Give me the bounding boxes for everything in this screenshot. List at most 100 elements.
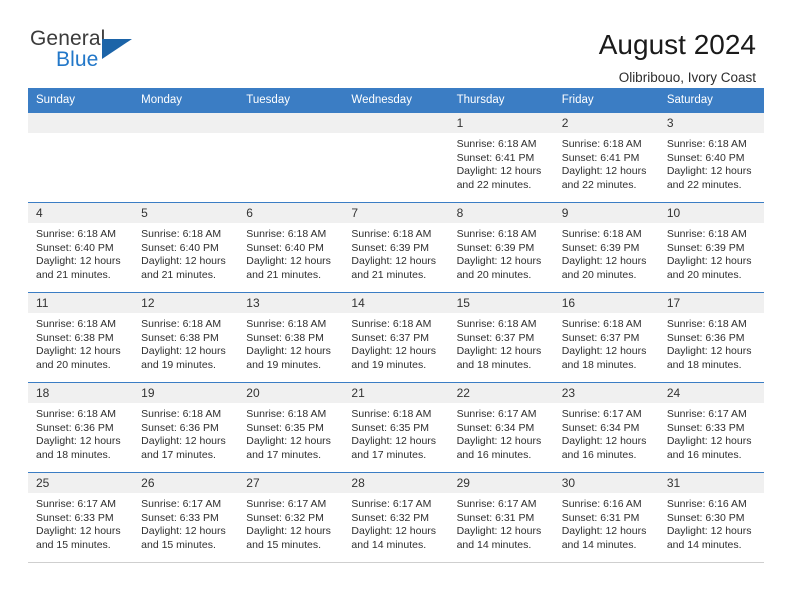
daylight-text-line2: and 22 minutes. [456, 178, 532, 191]
calendar-page: General Blue August 2024 Olibribouo, Ivo… [0, 0, 792, 612]
day-number [28, 113, 134, 133]
sunset-text: Sunset: 6:38 PM [141, 331, 219, 344]
daylight-text-line2: and 17 minutes. [351, 448, 427, 461]
day-cell-content: 31 Sunrise: 6:16 AM Sunset: 6:30 PM Dayligh… [658, 473, 764, 562]
calendar-day-cell[interactable]: 27 Sunrise: 6:17 AM Sunset: 6:32 PM Dayligh… [238, 472, 344, 563]
day-cell-content: 16 Sunrise: 6:18 AM Sunset: 6:37 PM Dayligh… [553, 293, 659, 382]
sunset-text: Sunset: 6:33 PM [141, 511, 219, 524]
day-cell-content: 26 Sunrise: 6:17 AM Sunset: 6:33 PM Dayligh… [133, 473, 239, 562]
sunset-text: Sunset: 6:41 PM [561, 151, 640, 164]
sunrise-text: Sunrise: 6:18 AM [351, 318, 432, 330]
day-info: Sunrise: 6:18 AM Sunset: 6:39 PM Daylight:… [554, 223, 659, 282]
day-number: 14 [343, 293, 449, 313]
calendar-day-cell[interactable]: 24 Sunrise: 6:17 AM Sunset: 6:33 PM Dayligh… [658, 382, 764, 473]
sunset-text: Sunset: 6:32 PM [351, 511, 430, 524]
calendar-day-cell[interactable]: 30 Sunrise: 6:16 AM Sunset: 6:31 PM Dayligh… [553, 472, 659, 563]
calendar-day-cell[interactable]: 4 Sunrise: 6:18 AM Sunset: 6:40 PM Daylight… [28, 202, 134, 293]
calendar-body: 1 Sunrise: 6:18 AM Sunset: 6:41 PM Daylight… [28, 112, 764, 563]
day-cell-content: 4 Sunrise: 6:18 AM Sunset: 6:40 PM Daylight… [28, 203, 134, 292]
calendar-day-cell[interactable]: 2 Sunrise: 6:18 AM Sunset: 6:41 PM Daylight… [553, 112, 659, 203]
day-cell-content: 22 Sunrise: 6:17 AM Sunset: 6:34 PM Dayligh… [448, 383, 554, 472]
calendar-day-cell[interactable]: 17 Sunrise: 6:18 AM Sunset: 6:36 PM Dayligh… [658, 292, 764, 383]
calendar-day-cell[interactable]: 7 Sunrise: 6:18 AM Sunset: 6:39 PM Daylight… [343, 202, 449, 293]
calendar-day-cell[interactable]: 18 Sunrise: 6:18 AM Sunset: 6:36 PM Dayligh… [28, 382, 134, 473]
sunrise-text: Sunrise: 6:18 AM [141, 318, 222, 330]
calendar-day-cell[interactable]: 3 Sunrise: 6:18 AM Sunset: 6:40 PM Daylight… [658, 112, 764, 203]
calendar-day-cell[interactable]: 26 Sunrise: 6:17 AM Sunset: 6:33 PM Dayligh… [133, 472, 239, 563]
daylight-text-line2: and 16 minutes. [456, 448, 532, 461]
calendar-table: Sunday Monday Tuesday Wednesday Thursday… [28, 88, 764, 563]
sunset-text: Sunset: 6:40 PM [36, 241, 114, 254]
calendar-day-cell[interactable]: 12 Sunrise: 6:18 AM Sunset: 6:38 PM Dayligh… [133, 292, 239, 383]
sunrise-text: Sunrise: 6:18 AM [666, 138, 747, 150]
daylight-text-line2: and 20 minutes. [36, 358, 111, 371]
daylight-text-line1: Daylight: 12 hours [246, 525, 331, 537]
calendar-day-cell[interactable]: 14 Sunrise: 6:18 AM Sunset: 6:37 PM Dayligh… [343, 292, 449, 383]
sunset-text: Sunset: 6:40 PM [246, 241, 324, 254]
calendar-day-cell[interactable]: 8 Sunrise: 6:18 AM Sunset: 6:39 PM Daylight… [448, 202, 554, 293]
calendar-day-cell[interactable]: 9 Sunrise: 6:18 AM Sunset: 6:39 PM Daylight… [553, 202, 659, 293]
sunrise-text: Sunrise: 6:18 AM [141, 228, 222, 240]
sunset-text: Sunset: 6:30 PM [666, 511, 745, 524]
calendar-day-cell[interactable]: 22 Sunrise: 6:17 AM Sunset: 6:34 PM Dayligh… [448, 382, 554, 473]
calendar-day-cell[interactable]: 29 Sunrise: 6:17 AM Sunset: 6:31 PM Dayligh… [448, 472, 554, 563]
day-info: Sunrise: 6:18 AM Sunset: 6:40 PM Daylight:… [28, 223, 133, 282]
calendar-day-cell[interactable]: 16 Sunrise: 6:18 AM Sunset: 6:37 PM Dayligh… [553, 292, 659, 383]
daylight-text-line1: Daylight: 12 hours [246, 255, 331, 267]
sunset-text: Sunset: 6:40 PM [141, 241, 219, 254]
day-info: Sunrise: 6:18 AM Sunset: 6:39 PM Daylight:… [659, 223, 764, 282]
day-number [343, 113, 449, 133]
day-cell-content: 29 Sunrise: 6:17 AM Sunset: 6:31 PM Dayligh… [448, 473, 554, 562]
sunrise-text: Sunrise: 6:17 AM [141, 498, 222, 510]
weekday-header-sunday: Sunday [28, 88, 134, 113]
day-cell-content: 27 Sunrise: 6:17 AM Sunset: 6:32 PM Dayligh… [238, 473, 344, 562]
calendar-day-cell[interactable]: 5 Sunrise: 6:18 AM Sunset: 6:40 PM Daylight… [133, 202, 239, 293]
calendar-day-cell[interactable]: 1 Sunrise: 6:18 AM Sunset: 6:41 PM Daylight… [448, 112, 554, 203]
day-number: 30 [553, 473, 659, 493]
day-info: Sunrise: 6:18 AM Sunset: 6:38 PM Daylight:… [28, 313, 133, 372]
daylight-text-line2: and 19 minutes. [141, 358, 216, 371]
calendar-day-cell[interactable]: 31 Sunrise: 6:16 AM Sunset: 6:30 PM Dayligh… [658, 472, 764, 563]
day-info: Sunrise: 6:18 AM Sunset: 6:41 PM Daylight:… [449, 133, 554, 192]
day-cell-content: 17 Sunrise: 6:18 AM Sunset: 6:36 PM Dayligh… [658, 293, 764, 382]
calendar-day-cell[interactable]: 13 Sunrise: 6:18 AM Sunset: 6:38 PM Dayligh… [238, 292, 344, 383]
calendar-day-cell[interactable]: 25 Sunrise: 6:17 AM Sunset: 6:33 PM Dayligh… [28, 472, 134, 563]
sunset-text: Sunset: 6:31 PM [561, 511, 640, 524]
day-number: 19 [133, 383, 239, 403]
day-number [238, 113, 344, 133]
calendar-day-cell[interactable]: 15 Sunrise: 6:18 AM Sunset: 6:37 PM Dayligh… [448, 292, 554, 383]
calendar-day-cell[interactable]: 23 Sunrise: 6:17 AM Sunset: 6:34 PM Dayligh… [553, 382, 659, 473]
day-number: 24 [658, 383, 764, 403]
daylight-text-line1: Daylight: 12 hours [246, 345, 331, 357]
daylight-text-line2: and 18 minutes. [561, 358, 637, 371]
calendar-week-row: 4 Sunrise: 6:18 AM Sunset: 6:40 PM Daylight… [28, 202, 764, 293]
day-cell-content: 25 Sunrise: 6:17 AM Sunset: 6:33 PM Dayligh… [28, 473, 134, 562]
calendar-day-cell[interactable]: 19 Sunrise: 6:18 AM Sunset: 6:36 PM Dayligh… [133, 382, 239, 473]
sunrise-text: Sunrise: 6:18 AM [36, 228, 116, 240]
brand-logo[interactable]: General Blue [30, 28, 140, 74]
calendar-day-cell[interactable]: 6 Sunrise: 6:18 AM Sunset: 6:40 PM Daylight… [238, 202, 344, 293]
daylight-text-line2: and 21 minutes. [351, 268, 427, 281]
calendar-day-cell[interactable]: 20 Sunrise: 6:18 AM Sunset: 6:35 PM Dayligh… [238, 382, 344, 473]
daylight-text-line1: Daylight: 12 hours [561, 345, 647, 357]
sunset-text: Sunset: 6:39 PM [456, 241, 535, 254]
daylight-text-line2: and 19 minutes. [351, 358, 427, 371]
calendar-day-cell[interactable]: 11 Sunrise: 6:18 AM Sunset: 6:38 PM Dayligh… [28, 292, 134, 383]
day-number: 25 [28, 473, 134, 493]
daylight-text-line1: Daylight: 12 hours [666, 525, 752, 537]
calendar-day-cell[interactable]: 10 Sunrise: 6:18 AM Sunset: 6:39 PM Dayligh… [658, 202, 764, 293]
calendar-day-cell[interactable]: 21 Sunrise: 6:18 AM Sunset: 6:35 PM Dayligh… [343, 382, 449, 473]
day-number: 29 [448, 473, 554, 493]
sunset-text: Sunset: 6:35 PM [351, 421, 430, 434]
daylight-text-line2: and 20 minutes. [456, 268, 532, 281]
sunrise-text: Sunrise: 6:16 AM [666, 498, 747, 510]
weekday-header-monday: Monday [133, 88, 239, 113]
day-number: 7 [343, 203, 449, 223]
calendar-container: Sunday Monday Tuesday Wednesday Thursday… [28, 88, 764, 563]
sunrise-text: Sunrise: 6:18 AM [246, 318, 327, 330]
daylight-text-line2: and 19 minutes. [246, 358, 321, 371]
daylight-text-line2: and 14 minutes. [666, 538, 742, 551]
calendar-day-cell[interactable]: 28 Sunrise: 6:17 AM Sunset: 6:32 PM Dayligh… [343, 472, 449, 563]
daylight-text-line2: and 14 minutes. [456, 538, 532, 551]
sunrise-text: Sunrise: 6:18 AM [141, 408, 222, 420]
